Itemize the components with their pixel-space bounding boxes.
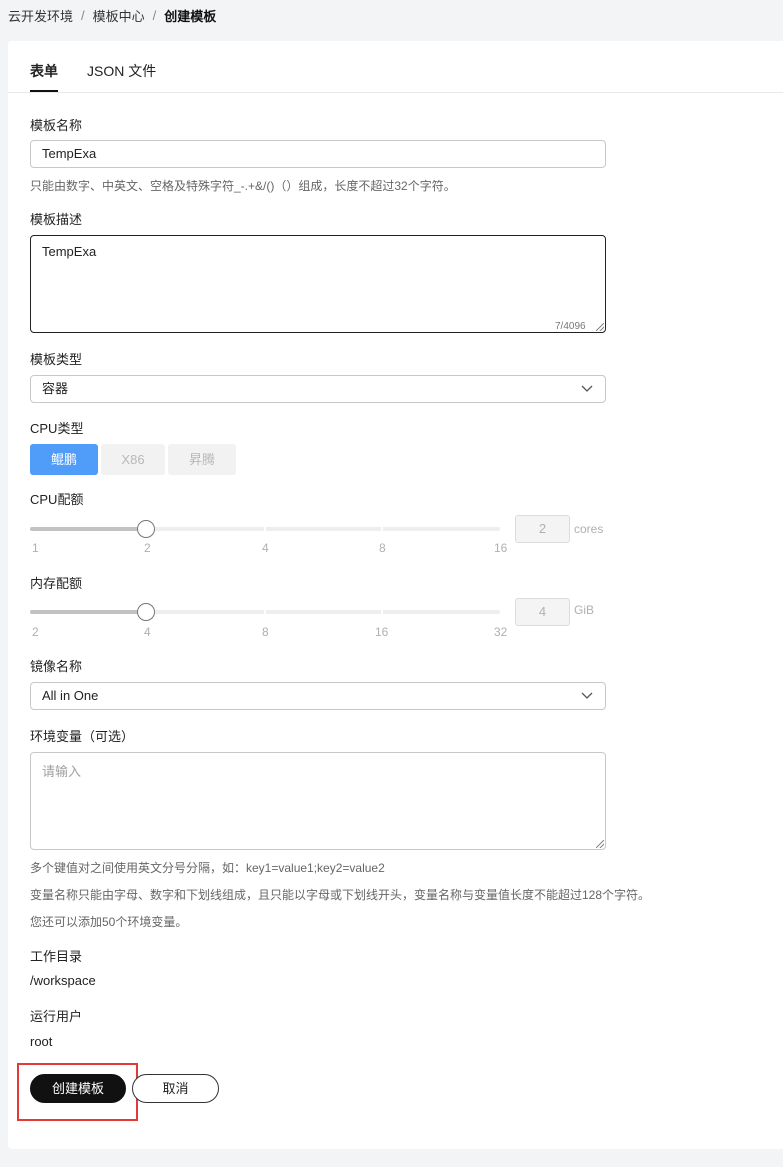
breadcrumb-item-env[interactable]: 云开发环境 [8,6,73,25]
cpu-type-x86-button[interactable]: X86 [101,444,165,475]
tab-form[interactable]: 表单 [30,61,58,81]
cpu-tick: 16 [494,541,508,555]
memory-tick: 4 [144,625,151,639]
env-vars-hint-remaining: 您还可以添加50个环境变量。 [30,915,188,929]
run-user-value: root [30,1034,53,1049]
cancel-button[interactable]: 取消 [132,1074,219,1103]
cpu-quota-unit: cores [574,522,604,536]
template-type-label: 模板类型 [30,352,83,367]
cpu-tick: 4 [262,541,269,555]
breadcrumb: 云开发环境 / 模板中心 / 创建模板 [8,6,216,25]
slider-notch [264,610,266,614]
tab-json-file[interactable]: JSON 文件 [87,61,156,81]
image-name-select[interactable]: All in One [30,682,606,710]
cpu-quota-input[interactable]: 2 [515,515,570,543]
memory-tick: 8 [262,625,269,639]
chevron-down-icon [581,692,593,699]
breadcrumb-item-current: 创建模板 [164,9,217,24]
slider-notch [381,527,383,531]
breadcrumb-separator: / [152,8,157,23]
cpu-tick: 8 [379,541,386,555]
image-name-value: All in One [42,688,99,703]
cpu-quota-label: CPU配额 [30,492,84,507]
cpu-tick: 1 [32,541,39,555]
env-vars-textarea[interactable] [30,752,606,850]
image-name-label: 镜像名称 [30,659,83,674]
slider-notch [381,610,383,614]
memory-tick: 16 [375,625,389,639]
tab-bar: 表单 JSON 文件 [8,41,783,93]
cpu-type-label: CPU类型 [30,421,84,436]
cpu-type-ascend-button[interactable]: 昇腾 [168,444,236,475]
memory-quota-slider[interactable] [30,603,500,621]
work-dir-label: 工作目录 [30,949,83,964]
memory-quota-slider-thumb[interactable] [137,603,155,621]
chevron-down-icon [581,385,593,392]
template-name-input[interactable]: TempExa [30,140,606,168]
template-name-label: 模板名称 [30,118,83,133]
memory-tick: 2 [32,625,39,639]
template-type-value: 容器 [42,381,69,396]
cpu-type-kunpeng-button[interactable]: 鲲鹏 [30,444,98,475]
form-card: 表单 JSON 文件 模板名称 TempExa 只能由数字、中英文、空格及特殊字… [8,41,783,1149]
memory-quota-slider-fill [30,610,147,614]
run-user-label: 运行用户 [30,1009,83,1024]
memory-tick: 32 [494,625,508,639]
memory-quota-input[interactable]: 4 [515,598,570,626]
work-dir-value: /workspace [30,973,96,988]
slider-notch [264,527,266,531]
env-vars-hint-format: 多个键值对之间使用英文分号分隔，如：key1=value1;key2=value… [30,861,385,875]
resize-grip-icon[interactable] [596,323,604,331]
breadcrumb-item-template-center[interactable]: 模板中心 [93,6,145,25]
description-char-counter: 7/4096 [555,321,586,332]
cpu-quota-slider-fill [30,527,147,531]
breadcrumb-separator: / [81,8,85,23]
env-vars-label: 环境变量（可选） [30,729,135,744]
template-description-textarea[interactable]: TempExa [30,235,606,333]
template-type-select[interactable]: 容器 [30,375,606,403]
memory-quota-unit: GiB [574,603,595,617]
env-vars-hint-rules: 变量名称只能由字母、数字和下划线组成，且只能以字母或下划线开头，变量名称与变量值… [30,888,651,902]
template-name-hint: 只能由数字、中英文、空格及特殊字符_-.+&/()（）组成，长度不超过32个字符… [30,179,456,193]
create-template-button[interactable]: 创建模板 [30,1074,126,1103]
cpu-quota-slider-thumb[interactable] [137,520,155,538]
memory-quota-label: 内存配额 [30,576,83,591]
cpu-tick: 2 [144,541,151,555]
tab-active-indicator [30,90,58,92]
resize-grip-icon[interactable] [596,840,604,848]
cpu-quota-slider[interactable] [30,520,500,538]
template-description-label: 模板描述 [30,212,83,227]
